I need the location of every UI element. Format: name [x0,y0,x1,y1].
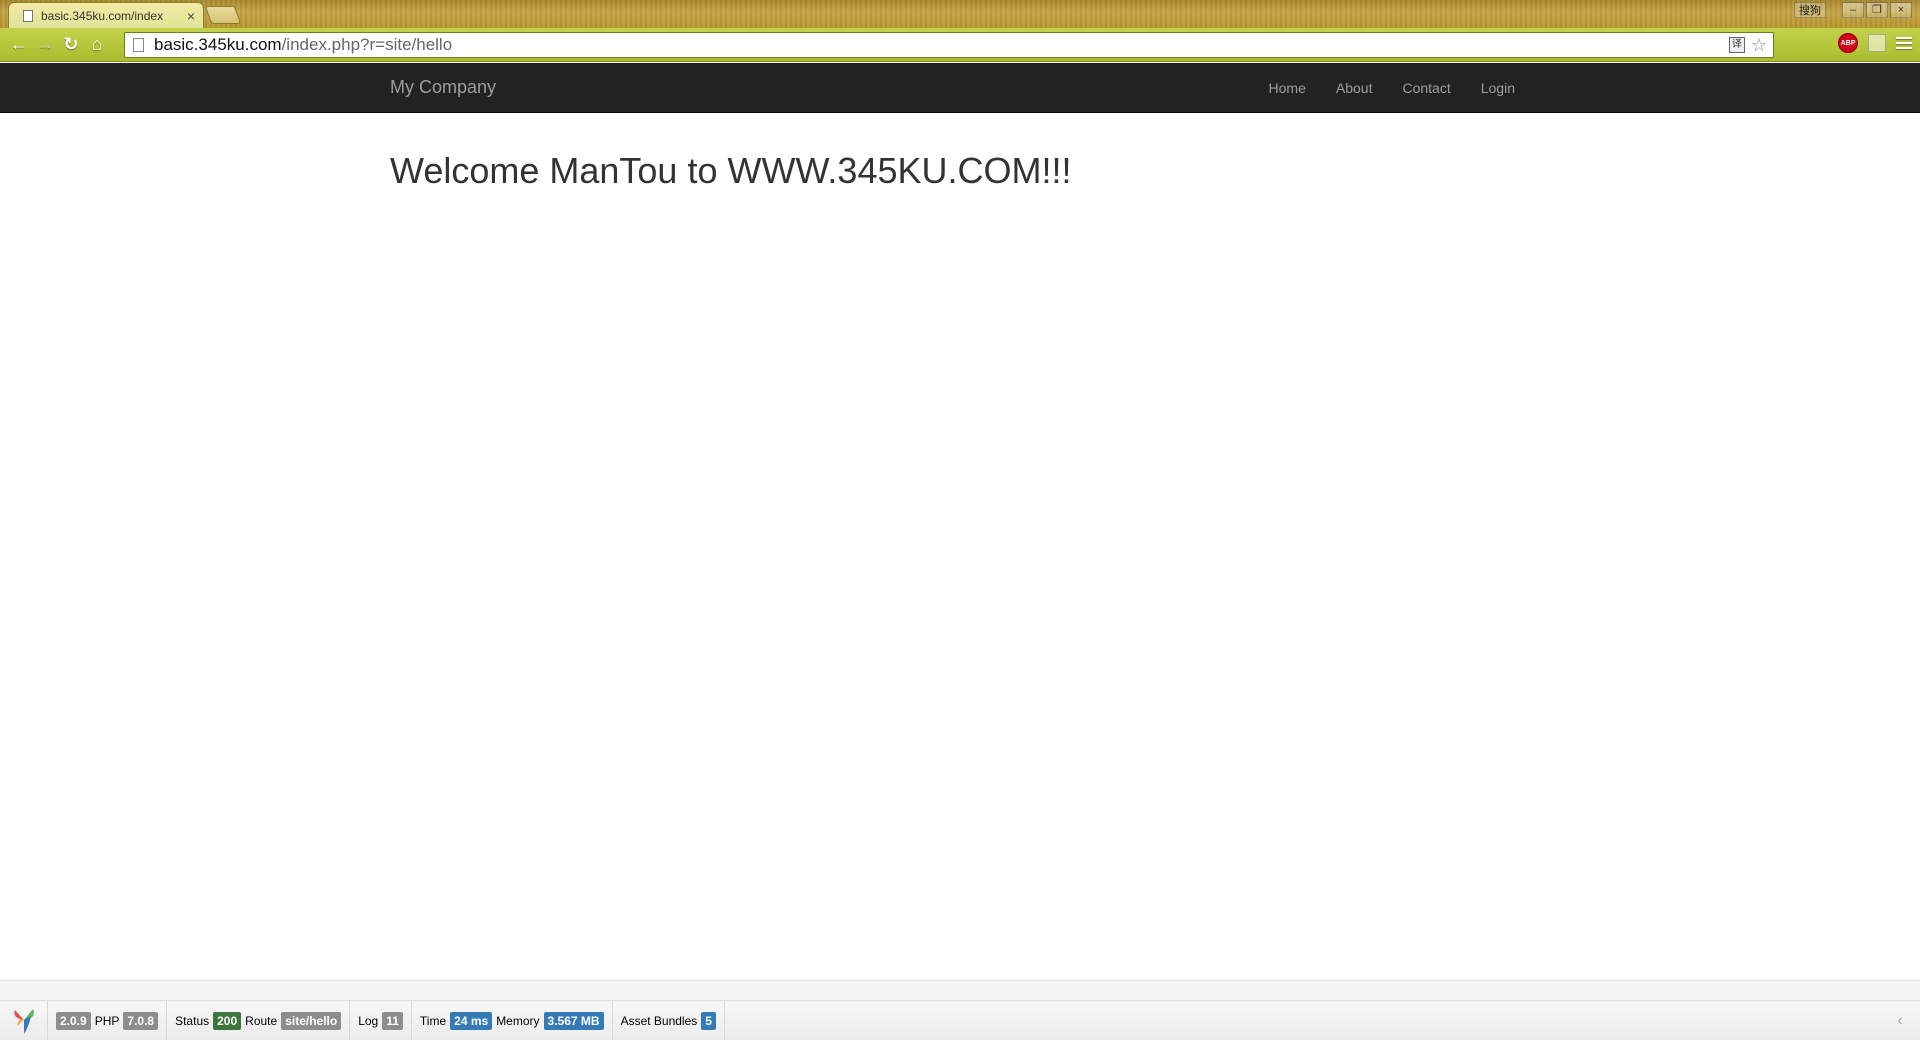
bookmark-star-icon[interactable]: ☆ [1751,36,1767,54]
status-badge: 200 [213,1011,242,1030]
debug-request-block[interactable]: Status 200 Route site/hello [167,1001,351,1040]
page-icon [133,38,144,52]
asset-bundles-badge: 5 [701,1011,716,1030]
browser-toolbar: ← → ↻ ⌂ basic.345ku.com/index.php?r=site… [0,28,1920,62]
page-content: Welcome ManTou to WWW.345KU.COM!!! [390,150,1072,192]
translate-icon[interactable]: 译 [1728,37,1745,53]
url-path: /index.php?r=site/hello [281,35,453,54]
ime-indicator[interactable]: 搜狗 [1794,2,1826,18]
php-label: PHP [94,1013,120,1028]
nav-item-home[interactable]: Home [1254,80,1321,96]
time-label: Time [419,1013,447,1028]
nav-menu: Home About Contact Login [1254,63,1530,113]
nav-item-login[interactable]: Login [1466,80,1530,96]
page-title: Welcome ManTou to WWW.345KU.COM!!! [390,150,1072,191]
address-bar[interactable]: basic.345ku.com/index.php?r=site/hello 译… [124,32,1774,58]
log-badge: 11 [382,1011,403,1030]
debug-profiling-block[interactable]: Time 24 ms Memory 3.567 MB [412,1001,613,1040]
log-label: Log [358,1013,379,1028]
extensions-area: ABP [1838,33,1912,53]
back-arrow-icon[interactable]: ← [6,32,32,58]
tab-title: basic.345ku.com/index [41,8,164,23]
browser-tab-strip: basic.345ku.com/index × 搜狗 – ❐ × [0,0,1920,28]
restore-button[interactable]: ❐ [1866,2,1888,18]
adblock-icon[interactable]: ABP [1838,33,1858,53]
site-navbar: My Company Home About Contact Login [0,63,1920,113]
time-badge: 24 ms [450,1011,493,1030]
nav-item-about[interactable]: About [1321,80,1388,96]
route-label: Route [245,1013,278,1028]
debug-assets-block[interactable]: Asset Bundles 5 [613,1001,725,1040]
memory-label: Memory [496,1013,540,1028]
new-tab-button[interactable] [204,6,242,24]
debug-log-block[interactable]: Log 11 [350,1001,412,1040]
brand-link[interactable]: My Company [390,77,496,98]
debug-collapse-icon[interactable]: ‹ [1880,1001,1920,1040]
home-icon[interactable]: ⌂ [84,32,110,58]
minimize-button[interactable]: – [1842,2,1864,18]
reload-icon[interactable]: ↻ [58,32,84,58]
yii-version-badge: 2.0.9 [56,1011,91,1030]
close-tab-icon[interactable]: × [187,9,195,23]
yii-logo-icon [13,1008,34,1034]
forward-arrow-icon[interactable]: → [32,32,58,58]
page-icon [23,9,33,22]
debug-version-block[interactable]: 2.0.9 PHP 7.0.8 [48,1001,168,1040]
status-label: Status [175,1013,210,1028]
close-window-button[interactable]: × [1890,2,1912,18]
asset-bundles-label: Asset Bundles [620,1013,698,1028]
yii-logo-button[interactable] [0,1001,48,1040]
window-controls: 搜狗 – ❐ × [1794,2,1912,18]
php-version-badge: 7.0.8 [123,1011,159,1030]
extension-icon[interactable] [1868,34,1886,52]
debug-toolbar: 2.0.9 PHP 7.0.8 Status 200 Route site/he… [0,1000,1920,1040]
url-host: basic.345ku.com [154,35,282,54]
route-badge: site/hello [281,1011,342,1030]
omnibox-actions: 译 ☆ [1728,36,1767,54]
nav-item-contact[interactable]: Contact [1387,80,1465,96]
memory-badge: 3.567 MB [543,1011,604,1030]
menu-icon[interactable] [1896,35,1912,51]
browser-tab[interactable]: basic.345ku.com/index × [8,2,204,28]
debug-toolbar-resize-strip [0,980,1920,1000]
